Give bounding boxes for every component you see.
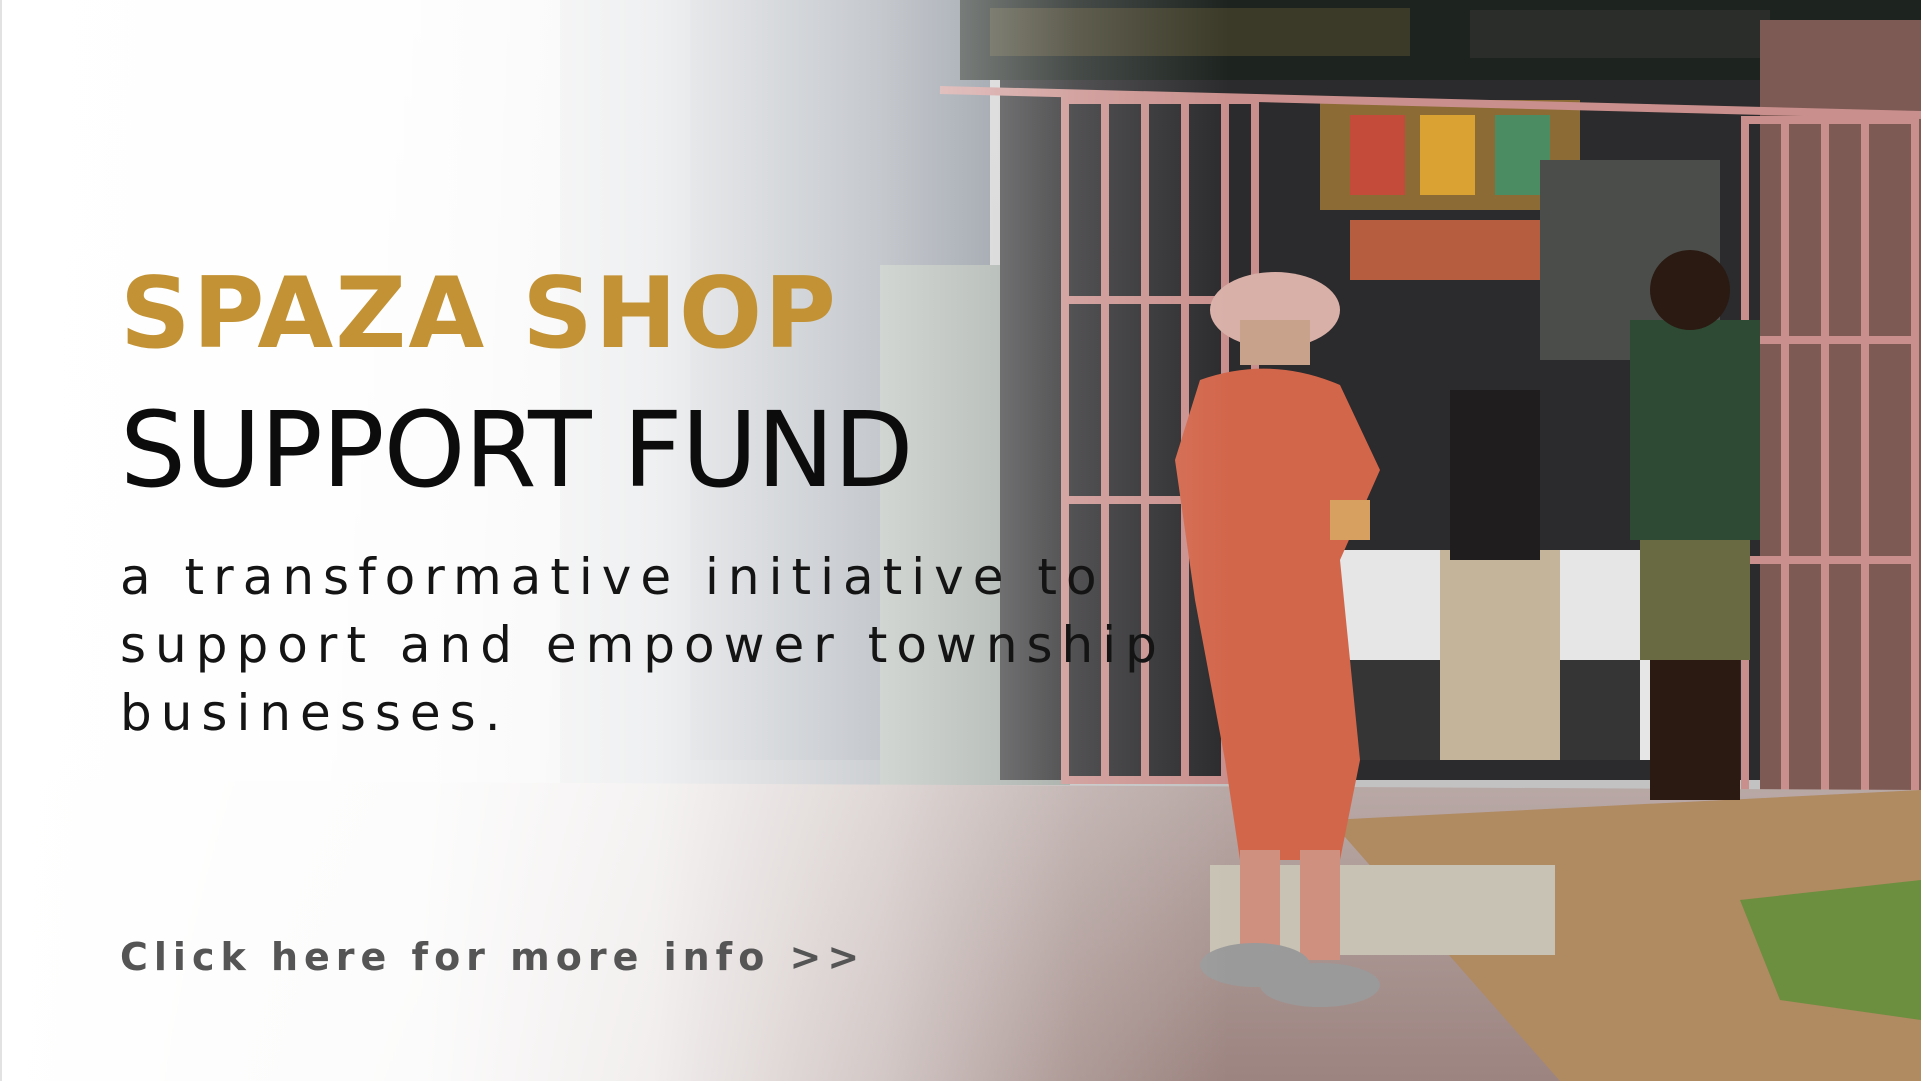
title-accent: SPAZA SHOP [120,257,839,371]
tagline: a transformative initiative to support a… [120,548,1166,742]
promo-banner[interactable]: SPAZA SHOP SUPPORT FUND a transformative… [0,0,1921,1081]
banner-copy: SPAZA SHOP SUPPORT FUND a transformative… [120,255,1220,747]
more-info-link[interactable]: Click here for more info >> [120,935,865,979]
title-main: SUPPORT FUND [120,389,914,511]
left-edge-divider [0,0,2,1081]
